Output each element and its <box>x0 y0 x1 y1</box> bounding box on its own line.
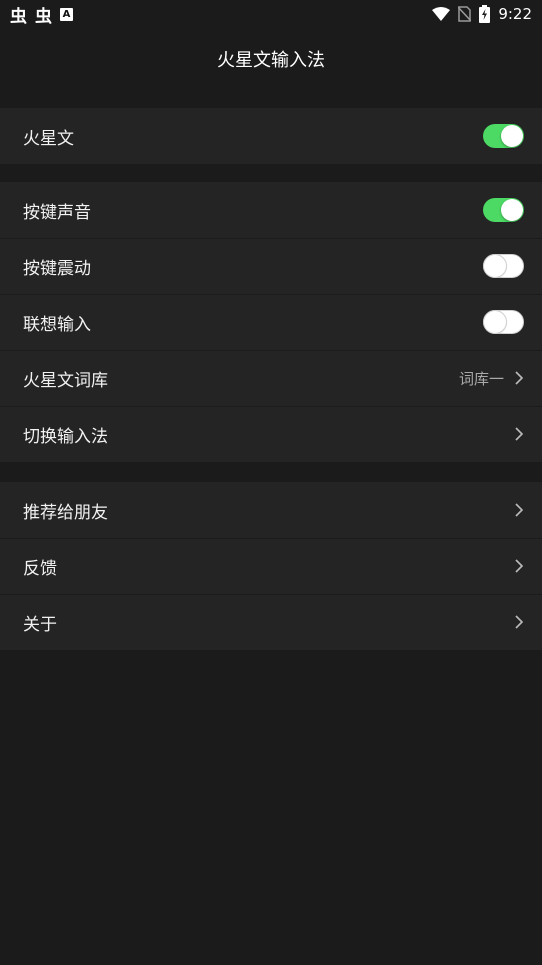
chevron-right-icon <box>515 615 524 629</box>
bug-icon: 虫 <box>35 6 52 27</box>
no-sim-icon <box>458 6 472 22</box>
setting-label: 切换输入法 <box>23 426 108 447</box>
settings-screen: 虫 虫 A 9:22 火星文输入法 火星文 按键声音 按键震动 联想输入 火星文… <box>0 0 542 965</box>
chevron-right-icon <box>515 427 524 441</box>
settings-group-main: 火星文 <box>0 108 542 164</box>
setting-label: 反馈 <box>23 558 57 579</box>
chevron-right-icon <box>515 503 524 517</box>
title-bar: 火星文输入法 <box>0 28 542 90</box>
setting-label: 按键声音 <box>23 202 91 223</box>
a-icon: A <box>60 7 73 21</box>
setting-row-dictionary[interactable]: 火星文词库 词库一 <box>0 350 542 406</box>
setting-row-about[interactable]: 关于 <box>0 594 542 650</box>
row-right <box>514 503 524 517</box>
settings-group-input: 按键声音 按键震动 联想输入 火星文词库 词库一 切换输入法 <box>0 182 542 462</box>
key-vibration-toggle[interactable] <box>483 254 524 278</box>
setting-row-feedback[interactable]: 反馈 <box>0 538 542 594</box>
setting-label: 按键震动 <box>23 258 91 279</box>
status-right: 9:22 <box>432 5 532 23</box>
setting-row-recommend[interactable]: 推荐给朋友 <box>0 482 542 538</box>
toggle-knob <box>501 199 523 221</box>
battery-charging-icon <box>479 5 491 23</box>
huoxingwen-toggle[interactable] <box>483 124 524 148</box>
wifi-icon <box>432 7 451 21</box>
setting-label: 火星文 <box>23 128 74 149</box>
setting-row-predictive-input[interactable]: 联想输入 <box>0 294 542 350</box>
setting-label: 火星文词库 <box>23 370 108 391</box>
row-right <box>514 427 524 441</box>
setting-label: 关于 <box>23 614 57 635</box>
row-right <box>514 615 524 629</box>
setting-label: 推荐给朋友 <box>23 502 108 523</box>
toggle-knob <box>484 311 506 333</box>
status-left: 虫 虫 A <box>10 2 73 27</box>
row-right: 词库一 <box>459 368 524 389</box>
settings-group-about: 推荐给朋友 反馈 关于 <box>0 482 542 650</box>
setting-row-huoxingwen[interactable]: 火星文 <box>0 108 542 164</box>
predictive-input-toggle[interactable] <box>483 310 524 334</box>
page-title: 火星文输入法 <box>217 50 325 71</box>
status-bar: 虫 虫 A 9:22 <box>0 0 542 28</box>
toggle-knob <box>484 255 506 277</box>
setting-label: 联想输入 <box>23 314 91 335</box>
dictionary-value: 词库一 <box>458 369 504 388</box>
key-sound-toggle[interactable] <box>483 198 524 222</box>
setting-row-switch-ime[interactable]: 切换输入法 <box>0 406 542 462</box>
chevron-right-icon <box>515 371 524 385</box>
row-right <box>514 559 524 573</box>
chevron-right-icon <box>515 559 524 573</box>
bug-icon: 虫 <box>10 6 27 27</box>
toggle-knob <box>501 125 523 147</box>
setting-row-key-sound[interactable]: 按键声音 <box>0 182 542 238</box>
status-time: 9:22 <box>498 5 532 23</box>
setting-row-key-vibration[interactable]: 按键震动 <box>0 238 542 294</box>
